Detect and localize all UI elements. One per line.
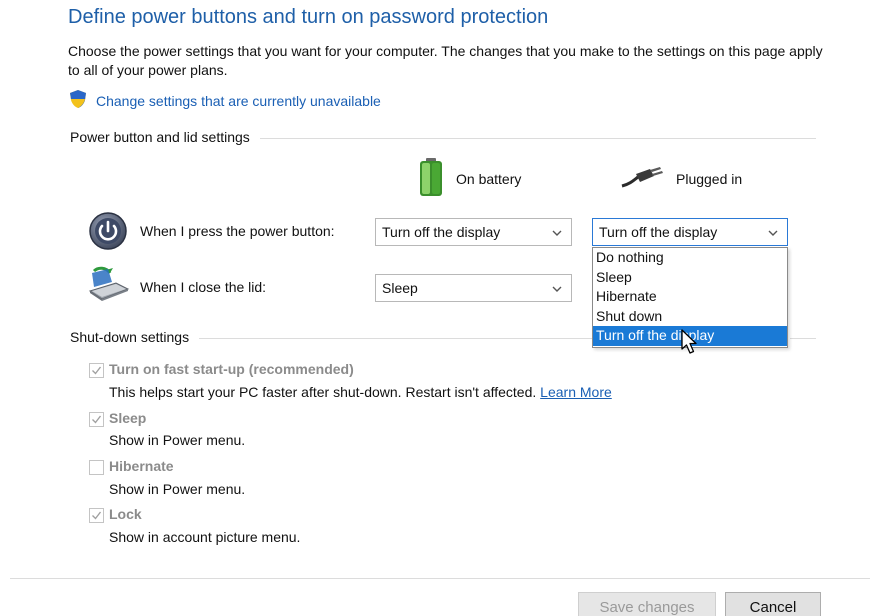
lid-battery-select[interactable]: Sleep: [375, 274, 572, 302]
power-button-row-label: When I press the power button:: [140, 223, 335, 239]
power-section-label: Power button and lid settings: [70, 129, 260, 145]
hibernate-label: Hibernate: [109, 458, 174, 474]
shield-icon: [68, 89, 88, 112]
hibernate-checkbox[interactable]: [89, 460, 104, 475]
power-icon: [88, 211, 128, 254]
dropdown-option-sleep[interactable]: Sleep: [593, 268, 787, 288]
column-on-battery-label: On battery: [456, 170, 522, 187]
footer-divider: [10, 578, 870, 579]
power-button-plugged-value: Turn off the display: [599, 224, 718, 240]
lid-battery-value: Sleep: [382, 280, 418, 296]
fast-startup-label: Turn on fast start-up (recommended): [109, 361, 354, 377]
power-button-plugged-select[interactable]: Turn off the display: [592, 218, 788, 246]
change-settings-link[interactable]: Change settings that are currently unava…: [96, 93, 381, 109]
lock-description: Show in account picture menu.: [109, 529, 301, 545]
dropdown-option-hibernate[interactable]: Hibernate: [593, 287, 787, 307]
sleep-label: Sleep: [109, 410, 147, 426]
page-title: Define power buttons and turn on passwor…: [68, 6, 549, 28]
power-button-battery-select[interactable]: Turn off the display: [375, 218, 572, 246]
laptop-lid-icon: [86, 265, 132, 308]
sleep-checkbox[interactable]: [89, 412, 104, 427]
hibernate-description: Show in Power menu.: [109, 481, 246, 497]
dropdown-option-shut-down[interactable]: Shut down: [593, 307, 787, 327]
dropdown-option-do-nothing[interactable]: Do nothing: [593, 248, 787, 268]
save-changes-button[interactable]: Save changes: [578, 592, 716, 616]
fast-startup-desc-text: This helps start your PC faster after sh…: [109, 384, 537, 400]
chevron-down-icon: [551, 226, 563, 242]
shutdown-section-label: Shut-down settings: [70, 329, 200, 345]
mouse-cursor-icon: [680, 329, 700, 358]
fast-startup-description: This helps start your PC faster after sh…: [109, 384, 612, 400]
cancel-button[interactable]: Cancel: [725, 592, 821, 616]
lid-row-label: When I close the lid:: [140, 279, 267, 295]
checkmark-icon: [91, 508, 102, 524]
fast-startup-checkbox[interactable]: [89, 363, 104, 378]
shutdown-section-divider-right: [790, 338, 816, 339]
power-button-battery-value: Turn off the display: [382, 224, 501, 240]
change-settings-link-row[interactable]: Change settings that are currently unava…: [68, 89, 381, 112]
plug-icon: [620, 166, 664, 191]
lock-checkbox[interactable]: [89, 508, 104, 523]
chevron-down-icon: [767, 226, 779, 242]
column-plugged-in: Plugged in: [620, 166, 742, 191]
checkmark-icon: [91, 363, 102, 379]
lock-label: Lock: [109, 506, 142, 522]
checkmark-icon: [91, 412, 102, 428]
learn-more-link[interactable]: Learn More: [540, 384, 612, 400]
column-on-battery: On battery: [418, 157, 521, 200]
column-plugged-in-label: Plugged in: [676, 170, 743, 187]
intro-text: Choose the power settings that you want …: [68, 43, 823, 78]
sleep-description: Show in Power menu.: [109, 432, 246, 448]
chevron-down-icon: [551, 282, 563, 298]
battery-icon: [418, 157, 444, 200]
